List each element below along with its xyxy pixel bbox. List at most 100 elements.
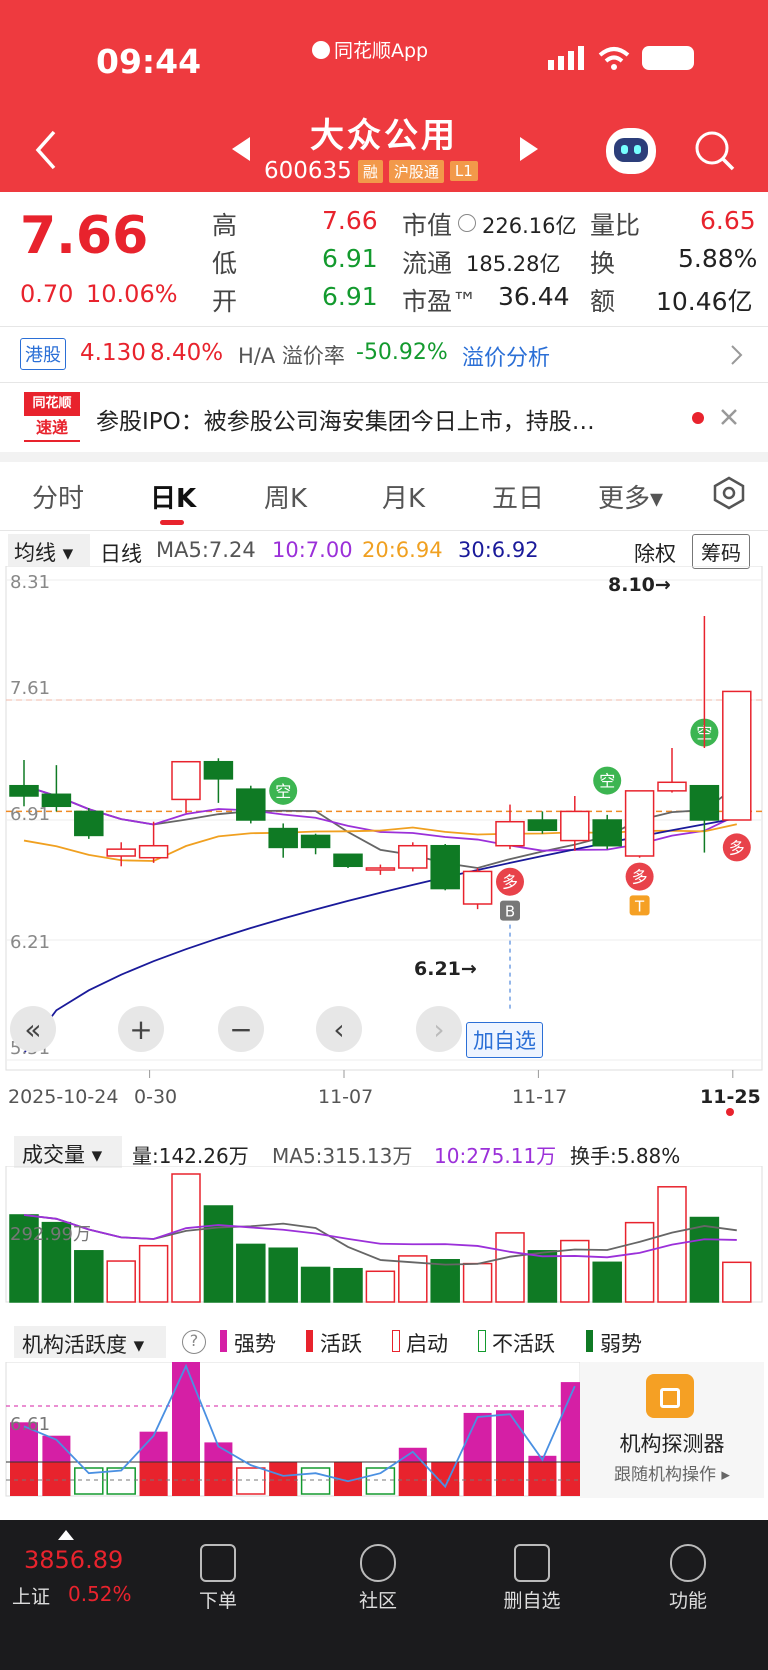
legend-weak-swatch	[586, 1330, 593, 1352]
legend-strong: 强势	[234, 1332, 276, 1356]
hk-tag: 港股	[20, 338, 66, 370]
chevron-left-icon: ‹	[333, 1012, 345, 1046]
pe-label: 市盈™	[402, 287, 478, 316]
info-icon[interactable]	[458, 214, 476, 232]
volume-y-label: 292.99万	[10, 1224, 91, 1245]
battery-icon	[642, 46, 694, 70]
chips-button[interactable]: 筹码	[692, 534, 750, 569]
robot-assistant-icon[interactable]	[606, 128, 656, 174]
volume-bar-13	[430, 1259, 460, 1303]
y-label-4: 6.21	[10, 932, 51, 953]
candle-body-7	[236, 788, 266, 821]
scroll-right-button[interactable]: ›	[416, 1006, 462, 1052]
app-name: 同花顺App	[334, 40, 429, 62]
volume-bar-9	[300, 1266, 331, 1303]
high-value: 7.66	[322, 206, 378, 235]
volume-selector-label: 成交量	[22, 1143, 85, 1167]
zoom-out-button[interactable]: −	[218, 1006, 264, 1052]
index-up-arrow-icon	[58, 1530, 74, 1540]
add-favorite-button[interactable]: 加自选	[466, 1022, 543, 1058]
ma-kind: 日线	[100, 542, 142, 566]
settings-hex-icon[interactable]	[712, 476, 746, 510]
tag-margin: 融	[357, 159, 383, 183]
low-label: 低	[212, 249, 238, 278]
ma-selector[interactable]: 均线 ▾	[8, 534, 90, 566]
inst-bar-active-12	[398, 1462, 427, 1496]
hk-pct: 8.40%	[150, 340, 224, 366]
date-label-4: 11-17	[512, 1086, 568, 1108]
inst-activity-chart[interactable]	[0, 1362, 580, 1498]
date-label-2: 0-30	[134, 1086, 178, 1108]
collapse-left-button[interactable]: «	[10, 1006, 56, 1052]
help-icon[interactable]: ?	[182, 1330, 206, 1354]
ex-rights-toggle[interactable]: 除权	[634, 538, 676, 568]
tab-intraday[interactable]: 分时	[32, 478, 84, 515]
marker-t-text: T	[634, 897, 645, 915]
date-label-1: 2025-10-24	[8, 1086, 119, 1108]
candle-body-17	[560, 810, 590, 842]
search-icon[interactable]	[694, 130, 736, 172]
candle-body-16	[527, 819, 558, 832]
inst-bar-active-5	[172, 1462, 200, 1496]
ha-premium-value: -50.92%	[356, 340, 448, 365]
legend-active: 活跃	[320, 1332, 362, 1356]
nav-community[interactable]: 社区	[328, 1530, 428, 1613]
high-note: 8.10→	[608, 574, 671, 596]
inst-activity-selector[interactable]: 机构活跃度 ▾	[14, 1326, 166, 1358]
volume-bar-19	[624, 1221, 655, 1303]
news-logo: 同花顺 速递	[24, 392, 80, 442]
low-value: 6.91	[322, 244, 378, 273]
news-headline[interactable]: 参股IPO：被参股公司海安集团今日上市，持股…	[96, 402, 676, 436]
chevron-right-icon[interactable]	[730, 344, 744, 366]
tab-monthly-k[interactable]: 月K	[382, 478, 425, 515]
inst-bar-active-17	[560, 1462, 580, 1496]
tab-five-day[interactable]: 五日	[492, 478, 544, 515]
zoom-in-button[interactable]: +	[118, 1006, 164, 1052]
menu-circle-icon	[670, 1544, 706, 1582]
nav-order-label: 下单	[198, 1590, 237, 1612]
tab-more[interactable]: 更多▾	[598, 478, 663, 515]
index-value[interactable]: 3856.89	[24, 1546, 123, 1574]
kline-chart[interactable]: 空空空多 多多B T	[0, 566, 768, 1078]
chevron-right-light-icon: ›	[433, 1012, 445, 1046]
bottom-bar: 3856.89 上证 0.52% 下单 社区 删自选 功能	[0, 1520, 768, 1670]
volratio-label: 量比	[590, 211, 641, 240]
tab-daily-k[interactable]: 日K	[150, 478, 196, 515]
candle-body-20	[657, 781, 687, 792]
inst-detector-panel[interactable]: 机构探测器 跟随机构操作 ▸	[580, 1362, 764, 1498]
candle-body-14	[462, 870, 493, 905]
detector-subtitle: 跟随机构操作 ▸	[614, 1465, 730, 1485]
marker-duo-1-text: 多	[502, 873, 518, 892]
candle-body-9	[300, 834, 331, 849]
tab-indicator	[160, 520, 184, 525]
nav-functions[interactable]: 功能	[638, 1530, 738, 1613]
minus-icon: −	[229, 1012, 253, 1046]
stock-code: 600635	[264, 158, 352, 184]
marker-b-text: B	[505, 903, 515, 921]
volume-bar-10	[333, 1267, 363, 1303]
volume-chart[interactable]	[0, 1166, 768, 1308]
inst-bar-active-8	[269, 1462, 298, 1496]
y-label-3: 6.91	[10, 804, 51, 825]
close-icon[interactable]	[720, 408, 738, 426]
inst-bar-active-15	[496, 1462, 524, 1496]
volume-selector[interactable]: 成交量 ▾	[14, 1136, 122, 1168]
star-badge-icon	[360, 1544, 396, 1582]
ma-selector-label: 均线	[14, 541, 56, 565]
plus-icon: +	[129, 1012, 153, 1046]
volume-bar-16	[527, 1250, 558, 1303]
scroll-left-button[interactable]: ‹	[316, 1006, 362, 1052]
volume-bar-2	[74, 1250, 104, 1303]
tab-weekly-k[interactable]: 周K	[264, 478, 307, 515]
nav-remove-favorite[interactable]: 删自选	[482, 1530, 582, 1613]
nav-order[interactable]: 下单	[168, 1530, 268, 1613]
nav-remove-favorite-label: 删自选	[503, 1590, 561, 1612]
legend-active-swatch	[306, 1330, 313, 1352]
premium-analysis-link[interactable]: 溢价分析	[462, 340, 550, 372]
minus-box-icon	[514, 1544, 550, 1582]
low-note: 6.21→	[414, 958, 477, 980]
candle-body-2	[74, 810, 104, 837]
legend-strong-swatch	[220, 1330, 227, 1352]
volume-turnover: 换手:5.88%	[570, 1144, 681, 1168]
hk-price: 4.130	[80, 340, 146, 366]
